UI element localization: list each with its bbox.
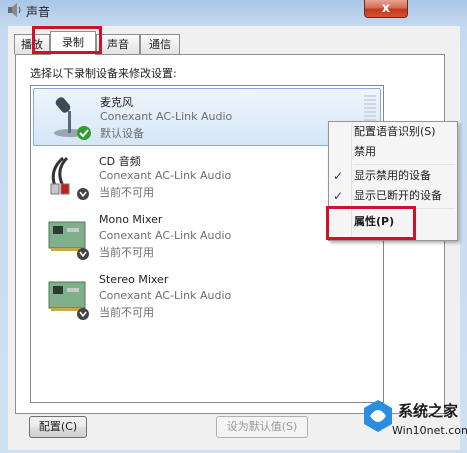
tab-sounds[interactable]: 声音	[96, 34, 140, 54]
menu-separator	[353, 164, 455, 165]
menu-item-disable[interactable]: 禁用	[354, 142, 376, 162]
close-icon: x	[381, 1, 391, 16]
menu-item-configure-speech[interactable]: 配置语音识别(S)	[354, 122, 436, 142]
set-default-button[interactable]: 设为默认值(S)	[216, 416, 308, 438]
configure-button[interactable]: 配置(C)	[29, 416, 87, 438]
watermark-logo-icon	[364, 400, 392, 432]
microphone-icon	[54, 97, 91, 140]
title-bar[interactable]: 声音 x	[0, 0, 467, 22]
button-label: 配置(C)	[38, 420, 78, 433]
properties-highlight-box	[326, 206, 416, 240]
device-status: 当前不可用	[99, 246, 154, 259]
tab-label: 通信	[149, 38, 171, 51]
watermark-brand: 系统之家	[398, 402, 459, 420]
menu-item-show-disconnected[interactable]: 显示已断开的设备	[354, 186, 442, 206]
menu-item-label: 显示禁用的设备	[354, 169, 431, 182]
device-status: 当前不可用	[99, 306, 154, 319]
device-status: 默认设备	[100, 127, 144, 140]
unavailable-arrow-icon	[77, 308, 89, 320]
instruction-text: 选择以下录制设备来修改设置:	[30, 67, 177, 80]
tab-highlight-box	[32, 26, 102, 54]
sound-dialog-window: 声音 x 播放 录制 声音 通信 选择以下录制设备来修改设置: 麦克风 Cone…	[0, 0, 467, 453]
menu-item-label: 配置语音识别(S)	[354, 125, 436, 138]
unavailable-arrow-icon	[77, 188, 89, 200]
button-label: 设为默认值(S)	[226, 420, 298, 433]
speaker-icon	[8, 3, 21, 17]
tab-label: 声音	[107, 38, 129, 51]
device-description: Conexant AC-Link Audio	[99, 169, 232, 182]
device-description: Conexant AC-Link Audio	[99, 289, 232, 302]
menu-item-label: 显示已断开的设备	[354, 189, 442, 202]
menu-item-show-disabled[interactable]: 显示禁用的设备	[354, 166, 431, 186]
device-item-stereo-mixer[interactable]: Stereo Mixer Conexant AC-Link Audio 当前不可…	[33, 268, 381, 326]
tab-communications[interactable]: 通信	[140, 34, 180, 54]
device-description: Conexant AC-Link Audio	[99, 229, 232, 242]
device-name: Mono Mixer	[99, 213, 163, 226]
window-title: 声音	[26, 5, 51, 19]
default-check-icon	[77, 126, 91, 140]
check-icon: ✓	[333, 169, 344, 183]
sound-card-icon	[48, 281, 89, 320]
device-description: Conexant AC-Link Audio	[100, 110, 233, 123]
menu-item-label: 禁用	[354, 145, 376, 158]
check-icon: ✓	[333, 189, 344, 203]
cd-audio-cable-icon	[50, 156, 89, 200]
sound-card-icon	[48, 221, 89, 260]
watermark-url: Win10net.com	[392, 424, 467, 437]
device-name: Stereo Mixer	[99, 273, 169, 286]
close-button[interactable]: x	[364, 0, 408, 18]
device-name: CD 音频	[99, 155, 141, 168]
device-name: 麦克风	[100, 96, 133, 109]
unavailable-arrow-icon	[77, 248, 89, 260]
device-status: 当前不可用	[99, 186, 154, 199]
